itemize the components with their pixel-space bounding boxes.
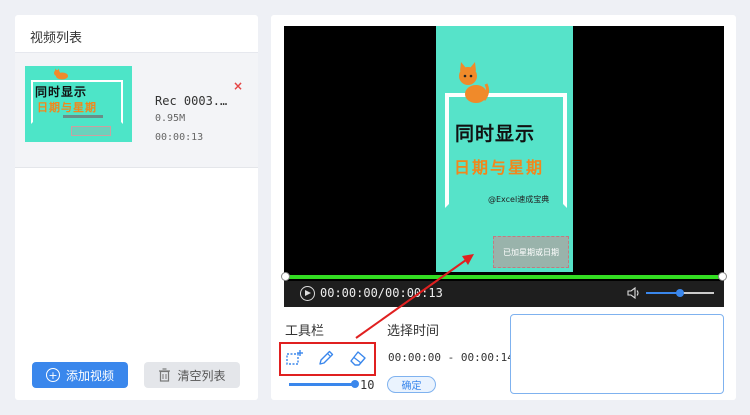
video-player[interactable]: 同时显示 日期与星期 @Excel速成宝典 已加星期或日期 00:00:00/0… <box>281 26 727 307</box>
volume-icon[interactable] <box>627 286 641 300</box>
thumbnail-caption <box>63 115 103 118</box>
text-input-area[interactable] <box>510 314 724 394</box>
editor-panel: 同时显示 日期与星期 @Excel速成宝典 已加星期或日期 00:00:00/0… <box>271 15 736 400</box>
video-list-item[interactable]: 同时显示 日期与星期 Rec 0003.… 0.95M 00:00:13 × <box>15 53 258 168</box>
add-video-button[interactable]: + 添加视频 <box>32 362 128 388</box>
timeline-bar[interactable] <box>281 272 727 281</box>
crop-icon[interactable] <box>285 349 303 367</box>
frame-stamp[interactable]: 已加星期或日期 <box>493 236 569 268</box>
clear-list-button[interactable]: 清空列表 <box>144 362 240 388</box>
pencil-icon[interactable] <box>317 349 335 367</box>
clear-list-label: 清空列表 <box>177 368 226 383</box>
remove-video-button[interactable]: × <box>233 80 243 92</box>
volume-slider[interactable] <box>646 289 714 297</box>
player-controls: 00:00:00/00:00:13 <box>284 281 724 307</box>
time-select-label: 选择时间 <box>387 324 440 339</box>
confirm-button[interactable]: 确定 <box>387 376 436 393</box>
video-thumbnail[interactable]: 同时显示 日期与星期 <box>25 66 132 142</box>
play-icon[interactable] <box>300 286 315 301</box>
cat-icon <box>459 62 490 103</box>
volume-handle[interactable] <box>676 289 684 297</box>
timeline-end-handle[interactable] <box>718 272 727 281</box>
thumbnail-stamp <box>71 126 111 136</box>
frame-handle: @Excel速成宝典 <box>488 195 550 204</box>
video-duration: 00:00:13 <box>155 132 204 143</box>
frame-title: 同时显示 <box>455 123 536 145</box>
eraser-icon[interactable] <box>349 349 367 367</box>
brush-size-slider[interactable] <box>289 383 355 386</box>
thumbnail-title: 同时显示 <box>35 85 88 99</box>
thumbnail-subtitle: 日期与星期 <box>37 101 97 114</box>
timeline-start-handle[interactable] <box>281 272 290 281</box>
brush-size-handle[interactable] <box>351 380 359 388</box>
video-list-panel: 视频列表 同时显示 日期与星期 Rec 0003.… 0.95M 00:00:1… <box>15 15 258 400</box>
add-video-label: 添加视频 <box>65 368 114 383</box>
volume-fill <box>646 292 680 294</box>
time-range-input[interactable]: 00:00:00 - 00:00:14 <box>388 351 514 364</box>
cat-icon <box>54 68 68 80</box>
plus-circle-icon: + <box>45 368 60 382</box>
brush-size-value: 10 <box>360 378 375 392</box>
trash-icon <box>159 368 171 382</box>
frame-border <box>445 93 567 208</box>
frame-subtitle: 日期与星期 <box>454 158 545 177</box>
video-list-title: 视频列表 <box>30 31 83 46</box>
playback-time: 00:00:00/00:00:13 <box>320 286 443 300</box>
video-frame[interactable]: 同时显示 日期与星期 @Excel速成宝典 已加星期或日期 <box>436 26 573 272</box>
toolbar-label: 工具栏 <box>285 324 325 339</box>
video-name: Rec 0003.… <box>155 94 228 108</box>
video-size: 0.95M <box>155 113 186 124</box>
